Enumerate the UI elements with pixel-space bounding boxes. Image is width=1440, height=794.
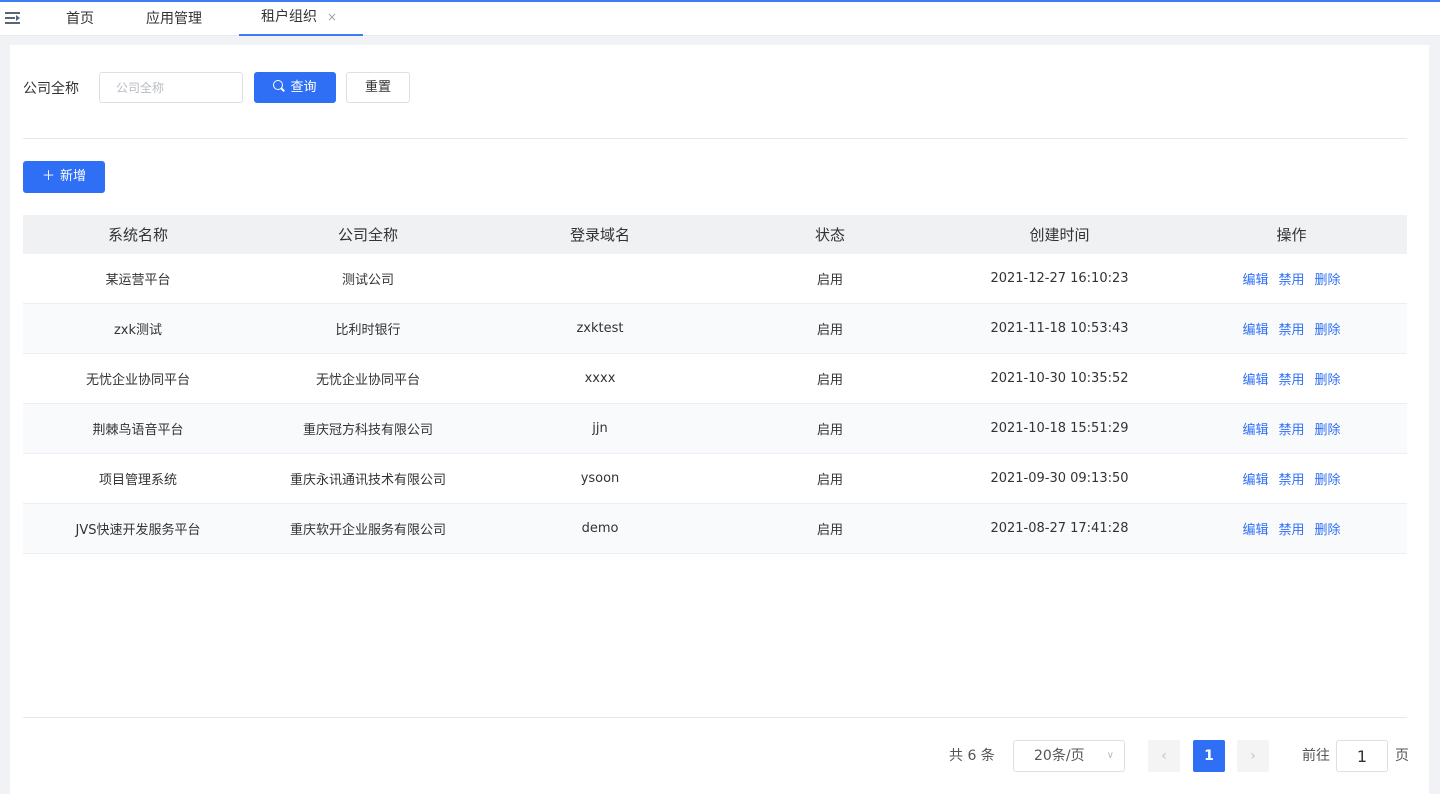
delete-link[interactable]: 删除 bbox=[1315, 473, 1341, 488]
disable-link[interactable]: 禁用 bbox=[1278, 473, 1304, 488]
cell-actions: 编辑 禁用 删除 bbox=[1176, 469, 1407, 488]
cell-system-name: zxk测试 bbox=[113, 323, 163, 338]
add-button-label: 新增 bbox=[60, 169, 87, 184]
cell-login-domain: xxxx bbox=[584, 371, 616, 386]
cell-login-domain: demo bbox=[581, 521, 619, 536]
cell-created-time: 2021-09-30 09:13:50 bbox=[990, 471, 1129, 486]
disable-link[interactable]: 禁用 bbox=[1278, 373, 1304, 388]
plus-icon: ＋ bbox=[41, 169, 55, 184]
close-icon[interactable]: × bbox=[327, 2, 337, 32]
cell-status: 启用 bbox=[816, 373, 843, 388]
cell-status: 启用 bbox=[816, 273, 843, 288]
page-size-select[interactable]: 20条/页 ∨ bbox=[1013, 740, 1125, 772]
disable-link[interactable]: 禁用 bbox=[1278, 323, 1304, 338]
page-number-1[interactable]: 1 bbox=[1193, 740, 1225, 772]
cell-actions: 编辑 禁用 删除 bbox=[1176, 319, 1407, 338]
chevron-down-icon: ∨ bbox=[1106, 750, 1114, 761]
cell-login-domain: zxktest bbox=[576, 321, 624, 336]
company-name-label: 公司全称 bbox=[23, 81, 79, 97]
query-button-label: 查询 bbox=[290, 80, 317, 95]
edit-link[interactable]: 编辑 bbox=[1242, 373, 1268, 388]
edit-link[interactable]: 编辑 bbox=[1242, 423, 1268, 438]
table-body: 某运营平台 测试公司 启用 2021-12-27 16:10:23 编辑 禁用 删除 zxk测… bbox=[23, 254, 1407, 554]
cell-status: 启用 bbox=[816, 473, 843, 488]
cell-company-name: 重庆冠方科技有限公司 bbox=[302, 423, 433, 438]
column-header-created-time: 创建时间 bbox=[1029, 226, 1090, 244]
delete-link[interactable]: 删除 bbox=[1315, 523, 1341, 538]
cell-created-time: 2021-08-27 17:41:28 bbox=[990, 521, 1129, 536]
cell-company-name: 无忧企业协同平台 bbox=[315, 373, 420, 388]
cell-system-name: 项目管理系统 bbox=[98, 473, 177, 488]
menu-toggle-icon[interactable] bbox=[5, 12, 20, 25]
cell-actions: 编辑 禁用 删除 bbox=[1176, 419, 1407, 438]
main-panel: 公司全称 查询 重置 ＋ 新增 系统名称 公司全称 登录域名 状态 创建时间 操作… bbox=[10, 45, 1429, 794]
query-button[interactable]: 查询 bbox=[254, 72, 336, 103]
cell-login-domain: ysoon bbox=[580, 471, 620, 486]
cell-actions: 编辑 禁用 删除 bbox=[1176, 369, 1407, 388]
column-header-actions: 操作 bbox=[1276, 226, 1307, 244]
column-header-status: 状态 bbox=[814, 226, 845, 244]
column-header-login-domain: 登录域名 bbox=[569, 226, 630, 244]
table-row: 无忧企业协同平台 无忧企业协同平台 xxxx 启用 2021-10-30 10:35:5… bbox=[23, 354, 1407, 404]
cell-company-name: 重庆永讯通讯技术有限公司 bbox=[289, 473, 446, 488]
table-row: zxk测试 比利时银行 zxktest 启用 2021-11-18 10:53:43 编辑… bbox=[23, 304, 1407, 354]
cell-login-domain: jjn bbox=[592, 421, 608, 436]
cell-company-name: 比利时银行 bbox=[335, 323, 401, 338]
search-icon bbox=[273, 80, 286, 92]
column-header-company-name: 公司全称 bbox=[337, 226, 398, 244]
add-button[interactable]: ＋ 新增 bbox=[23, 161, 105, 193]
cell-actions: 编辑 禁用 删除 bbox=[1176, 519, 1407, 538]
disable-link[interactable]: 禁用 bbox=[1278, 273, 1304, 288]
goto-label: 前往 bbox=[1302, 748, 1330, 764]
goto-suffix: 页 bbox=[1395, 748, 1409, 764]
pagination-total: 共 6 条 bbox=[949, 748, 995, 764]
disable-link[interactable]: 禁用 bbox=[1278, 423, 1304, 438]
edit-link[interactable]: 编辑 bbox=[1242, 273, 1268, 288]
table-row: 某运营平台 测试公司 启用 2021-12-27 16:10:23 编辑 禁用 删除 bbox=[23, 254, 1407, 304]
cell-created-time: 2021-12-27 16:10:23 bbox=[990, 271, 1129, 286]
cell-system-name: 荆棘鸟语音平台 bbox=[92, 423, 184, 438]
cell-status: 启用 bbox=[816, 523, 843, 538]
cell-system-name: 无忧企业协同平台 bbox=[85, 373, 190, 388]
cell-created-time: 2021-10-18 15:51:29 bbox=[990, 421, 1129, 436]
table-header: 系统名称 公司全称 登录域名 状态 创建时间 操作 bbox=[23, 215, 1407, 254]
column-header-system-name: 系统名称 bbox=[107, 226, 168, 244]
tab-home[interactable]: 首页 bbox=[66, 2, 94, 36]
delete-link[interactable]: 删除 bbox=[1315, 323, 1341, 338]
edit-link[interactable]: 编辑 bbox=[1242, 323, 1268, 338]
edit-link[interactable]: 编辑 bbox=[1242, 473, 1268, 488]
next-page-button[interactable]: › bbox=[1237, 740, 1269, 772]
tenant-table: 系统名称 公司全称 登录域名 状态 创建时间 操作 某运营平台 测试公司 启用 202… bbox=[23, 215, 1407, 554]
delete-link[interactable]: 删除 bbox=[1315, 373, 1341, 388]
tab-tenant-org[interactable]: 租户组织 × bbox=[239, 2, 363, 36]
disable-link[interactable]: 禁用 bbox=[1278, 523, 1304, 538]
page-size-value: 20条/页 bbox=[1034, 748, 1085, 764]
cell-created-time: 2021-10-30 10:35:52 bbox=[990, 371, 1129, 386]
cell-status: 启用 bbox=[816, 323, 843, 338]
tab-bar: 首页 应用管理 租户组织 × bbox=[0, 2, 1440, 36]
cell-company-name: 重庆软开企业服务有限公司 bbox=[289, 523, 446, 538]
prev-page-button[interactable]: ‹ bbox=[1148, 740, 1180, 772]
divider bbox=[23, 138, 1407, 139]
cell-system-name: JVS快速开发服务平台 bbox=[75, 523, 201, 538]
goto-page-input[interactable] bbox=[1336, 740, 1388, 772]
cell-actions: 编辑 禁用 删除 bbox=[1176, 269, 1407, 288]
table-row: JVS快速开发服务平台 重庆软开企业服务有限公司 demo 启用 2021-08-27 … bbox=[23, 504, 1407, 554]
cell-created-time: 2021-11-18 10:53:43 bbox=[990, 321, 1129, 336]
tab-tenant-org-label: 租户组织 bbox=[261, 9, 317, 25]
table-row: 项目管理系统 重庆永讯通讯技术有限公司 ysoon 启用 2021-09-30 09:1… bbox=[23, 454, 1407, 504]
table-row: 荆棘鸟语音平台 重庆冠方科技有限公司 jjn 启用 2021-10-18 15:51:2… bbox=[23, 404, 1407, 454]
cell-status: 启用 bbox=[816, 423, 843, 438]
delete-link[interactable]: 删除 bbox=[1315, 423, 1341, 438]
cell-company-name: 测试公司 bbox=[341, 273, 394, 288]
company-name-input[interactable] bbox=[99, 72, 243, 103]
reset-button[interactable]: 重置 bbox=[346, 72, 410, 103]
tab-app-management[interactable]: 应用管理 bbox=[146, 2, 202, 36]
cell-system-name: 某运营平台 bbox=[105, 273, 171, 288]
delete-link[interactable]: 删除 bbox=[1315, 273, 1341, 288]
bottom-divider bbox=[23, 717, 1407, 718]
edit-link[interactable]: 编辑 bbox=[1242, 523, 1268, 538]
